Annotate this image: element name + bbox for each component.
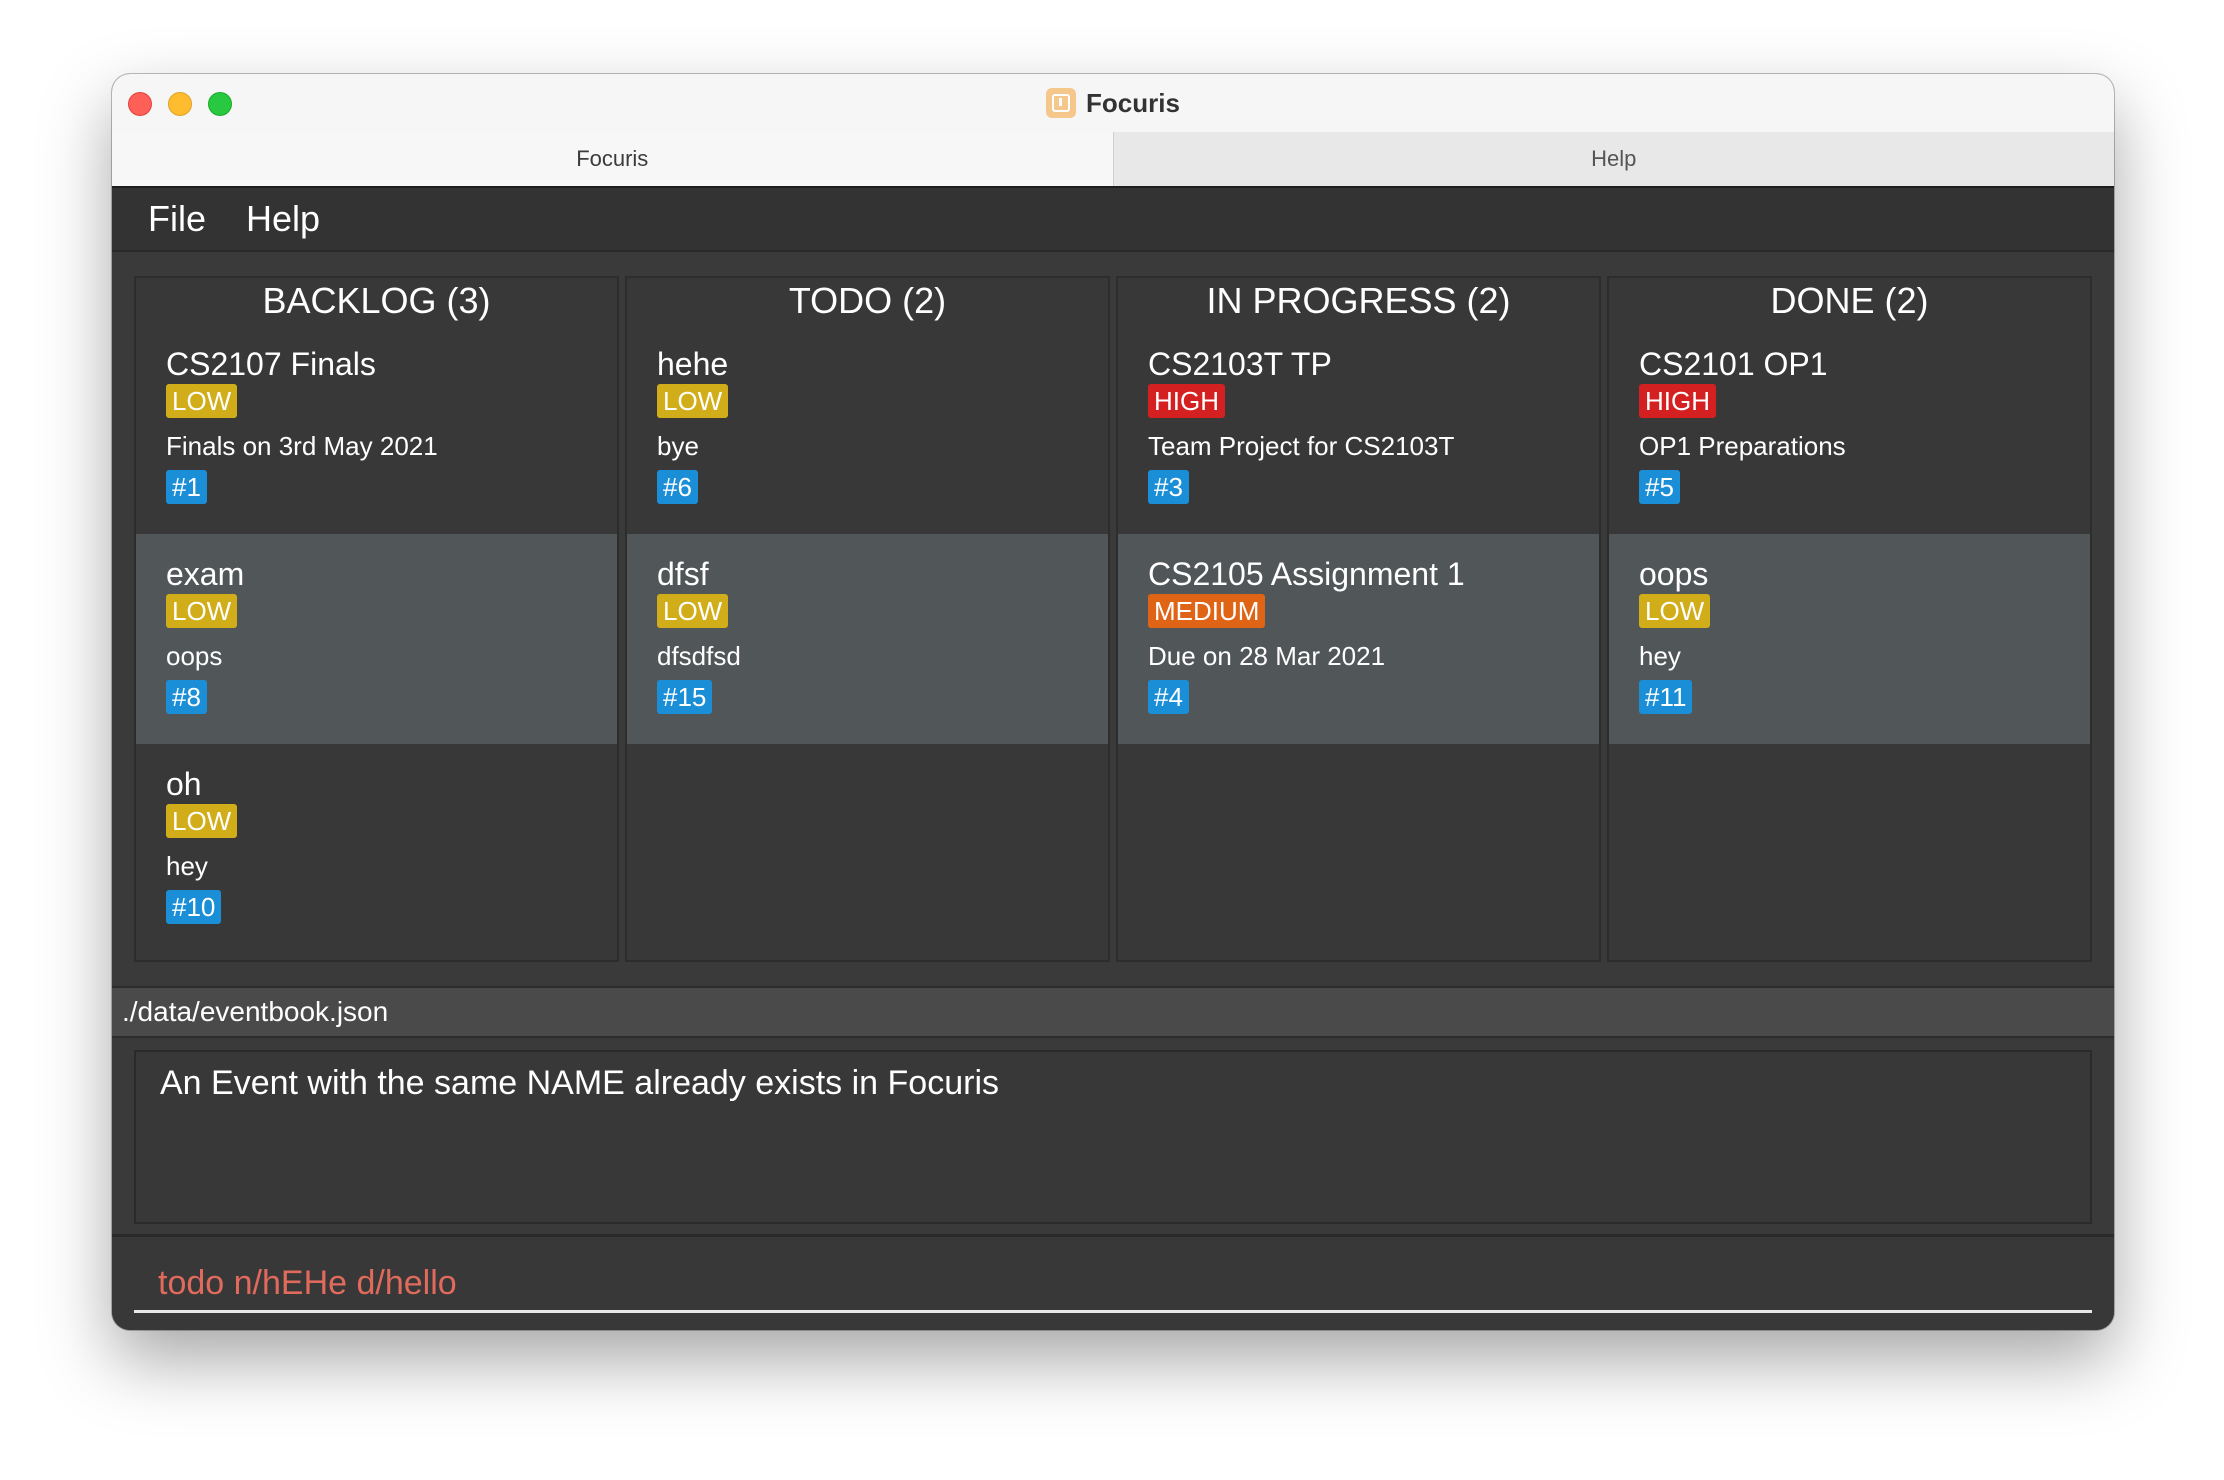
command-box xyxy=(112,1234,2114,1330)
id-badge: #10 xyxy=(166,890,222,924)
event-card[interactable]: dfsf LOW dfsdfsd #15 xyxy=(627,534,1108,744)
window-title-group: Focuris xyxy=(1046,88,1180,119)
priority-badge: LOW xyxy=(657,594,729,628)
file-path-status: ./data/eventbook.json xyxy=(112,986,2114,1038)
priority-badge: MEDIUM xyxy=(1148,594,1266,628)
event-card[interactable]: oops LOW hey #11 xyxy=(1609,534,2090,744)
id-badge: #3 xyxy=(1148,470,1189,504)
card-description: oops xyxy=(166,641,223,671)
id-badge: #11 xyxy=(1639,680,1693,714)
card-title: oh xyxy=(166,766,202,802)
card-title: CS2103T TP xyxy=(1148,346,1332,382)
event-card[interactable]: CS2105 Assignment 1 MEDIUM Due on 28 Mar… xyxy=(1118,534,1599,744)
id-badge: #5 xyxy=(1639,470,1680,504)
card-description: Team Project for CS2103T xyxy=(1148,431,1455,461)
command-input[interactable] xyxy=(134,1257,2092,1313)
event-card[interactable]: hehe LOW bye #6 xyxy=(627,324,1108,534)
column-in-progress: IN PROGRESS (2) CS2103T TP HIGH Team Pro… xyxy=(1116,276,1601,962)
priority-badge: LOW xyxy=(166,384,238,418)
column-backlog: BACKLOG (3) CS2107 Finals LOW Finals on … xyxy=(134,276,619,962)
event-card[interactable]: CS2103T TP HIGH Team Project for CS2103T… xyxy=(1118,324,1599,534)
tab-help[interactable]: Help xyxy=(1112,132,2114,186)
tab-bar: Focuris Help xyxy=(112,132,2114,188)
card-description: Finals on 3rd May 2021 xyxy=(166,431,438,461)
card-description: hey xyxy=(166,851,208,881)
column-header: TODO (2) xyxy=(788,280,947,321)
kanban-board: BACKLOG (3) CS2107 Finals LOW Finals on … xyxy=(134,276,2092,962)
priority-badge: LOW xyxy=(166,804,238,838)
close-window-button[interactable] xyxy=(128,92,152,116)
card-description: hey xyxy=(1639,641,1681,671)
card-description: bye xyxy=(657,431,699,461)
card-title: hehe xyxy=(657,346,729,382)
menu-file[interactable]: File xyxy=(148,198,206,240)
priority-badge: LOW xyxy=(1639,594,1711,628)
id-badge: #4 xyxy=(1148,680,1189,714)
card-description: OP1 Preparations xyxy=(1639,431,1846,461)
zoom-window-button[interactable] xyxy=(208,92,232,116)
minimize-window-button[interactable] xyxy=(168,92,192,116)
card-title: CS2107 Finals xyxy=(166,346,376,382)
title-bar: Focuris xyxy=(112,74,2114,132)
priority-badge: HIGH xyxy=(1639,384,1716,418)
event-card[interactable]: CS2107 Finals LOW Finals on 3rd May 2021… xyxy=(136,324,617,534)
id-badge: #1 xyxy=(166,470,207,504)
priority-badge: LOW xyxy=(657,384,729,418)
column-done: DONE (2) CS2101 OP1 HIGH OP1 Preparation… xyxy=(1607,276,2092,962)
event-card[interactable]: CS2101 OP1 HIGH OP1 Preparations #5 xyxy=(1609,324,2090,534)
column-todo: TODO (2) hehe LOW bye #6 dfsf LOW dfsdfs… xyxy=(625,276,1110,962)
card-title: dfsf xyxy=(657,556,709,592)
card-title: CS2101 OP1 xyxy=(1639,346,1828,382)
id-badge: #6 xyxy=(657,470,698,504)
card-description: dfsdfsd xyxy=(657,641,741,671)
card-title: oops xyxy=(1639,556,1709,592)
result-display: An Event with the same NAME already exis… xyxy=(134,1050,2092,1224)
menu-help[interactable]: Help xyxy=(246,198,320,240)
id-badge: #15 xyxy=(657,680,713,714)
card-title: CS2105 Assignment 1 xyxy=(1148,556,1465,592)
event-card[interactable]: oh LOW hey #10 xyxy=(136,744,617,954)
app-icon xyxy=(1046,88,1077,118)
card-description: Due on 28 Mar 2021 xyxy=(1148,641,1386,671)
priority-badge: LOW xyxy=(166,594,238,628)
column-header: DONE (2) xyxy=(1770,280,1929,321)
tab-focuris[interactable]: Focuris xyxy=(112,132,1113,186)
app-window: Focuris Focuris Help File Help BACKLOG (… xyxy=(112,74,2114,1330)
event-card[interactable]: exam LOW oops #8 xyxy=(136,534,617,744)
column-header: BACKLOG (3) xyxy=(262,280,491,321)
menu-bar: File Help xyxy=(112,188,2114,252)
priority-badge: HIGH xyxy=(1148,384,1225,418)
id-badge: #8 xyxy=(166,680,207,714)
window-title: Focuris xyxy=(1086,87,1180,118)
window-controls xyxy=(128,92,232,116)
card-title: exam xyxy=(166,556,245,592)
column-header: IN PROGRESS (2) xyxy=(1206,280,1511,321)
